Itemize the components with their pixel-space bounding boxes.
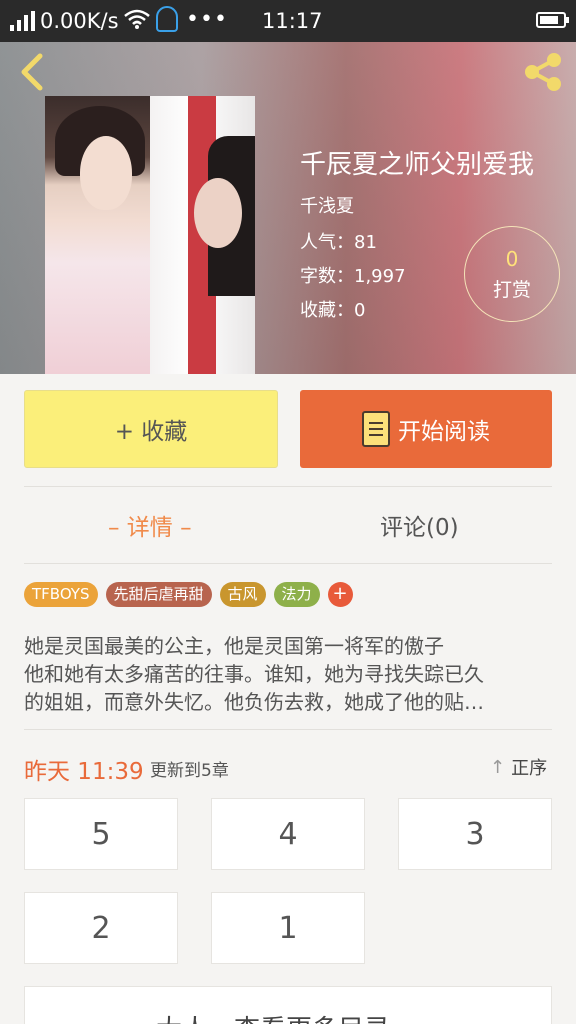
reward-count: 0 [505, 247, 519, 271]
cover-left-portrait [45, 96, 150, 374]
arrow-up-icon: ↑ [490, 756, 506, 778]
tab-comments[interactable]: 评论(0) [380, 508, 459, 542]
update-time: 昨天 11:39 [24, 759, 144, 785]
clock: 11:17 [262, 9, 323, 33]
chevron-left-icon [21, 53, 43, 91]
sort-order-label: 正序 [511, 758, 548, 779]
chapter-button[interactable]: 4 [211, 798, 365, 870]
more-catalog-button[interactable]: 大人，查看更多目录 ⌄ [24, 986, 552, 1024]
cover-right-portrait [150, 96, 255, 374]
network-speed: 0.00K/s [40, 9, 119, 33]
book-icon [362, 411, 390, 447]
wifi-icon [124, 9, 150, 29]
status-bar: 0.00K/s ••• 11:17 [0, 0, 576, 42]
headset-icon [156, 6, 178, 32]
share-button[interactable] [522, 52, 564, 92]
start-reading-label: 开始阅读 [398, 419, 490, 445]
update-status: 更新到5章 [150, 761, 229, 781]
chapter-button[interactable]: 1 [211, 892, 365, 964]
tag-item[interactable]: 古风 [219, 582, 266, 607]
back-button[interactable] [14, 52, 50, 92]
battery-icon [536, 12, 569, 28]
tag-item[interactable]: TFBOYS [24, 582, 98, 607]
chapter-button[interactable]: 5 [24, 798, 178, 870]
tag-list: TFBOYS 先甜后虐再甜 古风 法力 + [24, 582, 353, 607]
share-icon [525, 53, 561, 91]
word-count-stat: 字数：1,997 [300, 266, 406, 287]
add-favorite-button[interactable]: + 收藏 [24, 390, 278, 468]
tag-item[interactable]: 先甜后虐再甜 [105, 582, 212, 607]
signal-icon [10, 11, 35, 31]
book-author[interactable]: 千浅夏 [300, 192, 354, 218]
synopsis-line: 他和她有太多痛苦的往事。谁知，她为寻找失踪已久 [24, 662, 484, 686]
book-title: 千辰夏之师父别爱我 [300, 150, 535, 180]
popularity-stat: 人气：81 [300, 232, 377, 253]
more-status-icon: ••• [186, 7, 228, 32]
reward-label: 打赏 [492, 279, 531, 301]
add-favorite-label: + 收藏 [114, 419, 188, 445]
reward-button[interactable]: 0 打赏 [464, 226, 560, 322]
book-synopsis[interactable]: 她是灵国最美的公主，他是灵国第一将军的傲子 他和她有太多痛苦的往事。谁知，她为寻… [24, 632, 552, 716]
synopsis-line: 的姐姐，而意外失忆。他负伤去救，她成了他的贴… [24, 690, 484, 714]
start-reading-button[interactable]: 开始阅读 [300, 390, 552, 468]
sort-order-button[interactable]: ↑ 正序 [490, 754, 547, 780]
add-tag-button[interactable]: + [327, 582, 353, 607]
chapter-button[interactable]: 2 [24, 892, 178, 964]
chapter-button[interactable]: 3 [398, 798, 552, 870]
divider [24, 563, 552, 564]
divider [24, 729, 552, 730]
favorites-stat: 收藏：0 [300, 300, 366, 321]
book-header: 千辰夏之师父别爱我 千浅夏 人气：81 字数：1,997 收藏：0 0 打赏 [0, 42, 576, 374]
divider [24, 486, 552, 487]
book-cover[interactable] [45, 96, 255, 374]
synopsis-line: 她是灵国最美的公主，他是灵国第一将军的傲子 [24, 634, 444, 658]
tag-item[interactable]: 法力 [273, 582, 320, 607]
tab-detail[interactable]: – 详情 – [108, 508, 192, 542]
